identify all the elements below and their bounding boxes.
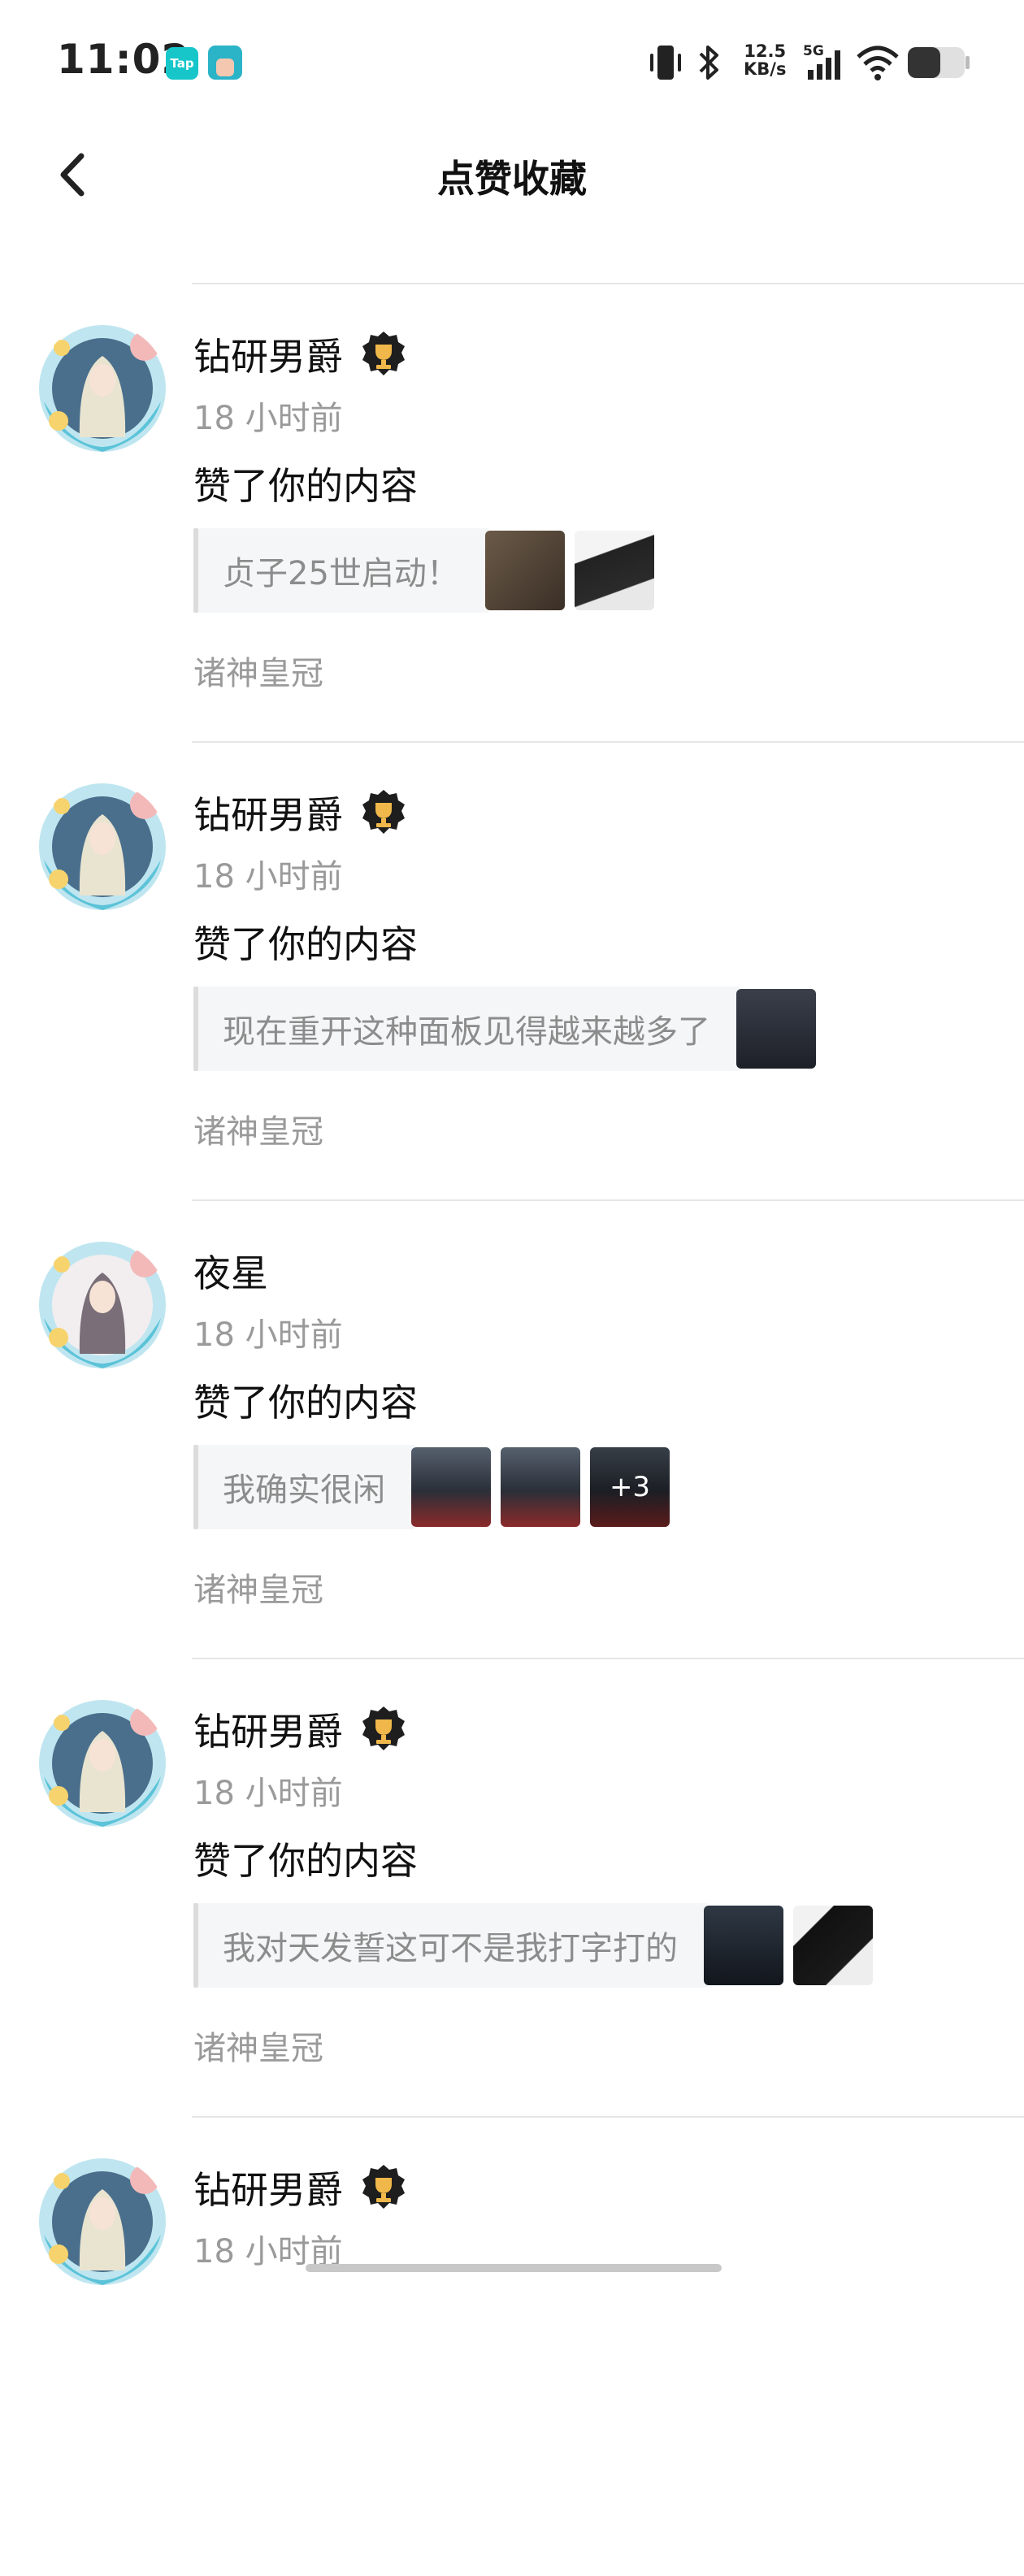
home-indicator[interactable] (306, 2264, 722, 2272)
user-avatar[interactable] (37, 1240, 167, 1370)
quote-text: 我确实很闲 (223, 1472, 385, 1509)
thumbnail-strip (484, 531, 654, 610)
thumbnail-strip: +3 (411, 1447, 670, 1527)
cellular-signal-icon: 5G (803, 43, 840, 80)
more-images-count: +3 (590, 1447, 670, 1527)
achievement-badge-icon (362, 332, 405, 375)
content-thumbnail[interactable]: +3 (590, 1447, 670, 1527)
user-avatar[interactable] (37, 1698, 167, 1828)
quote-box: 我对天发誓这可不是我打字打的 (198, 1903, 707, 1988)
user-name[interactable]: 钻研男爵 (193, 1702, 343, 1756)
status-bar: 11:02 Tap 12.5 KB/s 5G (0, 0, 1024, 122)
achievement-badge-icon (362, 790, 405, 834)
name-row: 钻研男爵 (193, 2162, 408, 2214)
timestamp: 18 小时前 (193, 858, 343, 896)
battery-icon (908, 47, 970, 78)
content-thumbnail[interactable] (501, 1447, 580, 1527)
user-avatar[interactable] (37, 782, 167, 912)
vibrate-icon (650, 46, 681, 80)
quote-text: 贞子25世启动！ (223, 555, 459, 592)
quote-box: 我确实很闲 (198, 1445, 414, 1529)
name-row: 钻研男爵 (193, 328, 408, 380)
user-name[interactable]: 钻研男爵 (193, 327, 343, 381)
notification-item[interactable]: 钻研男爵 18 小时前赞了你的内容 贞子25世启动！ 诸神皇冠 (0, 284, 1024, 743)
user-name[interactable]: 夜星 (193, 1244, 268, 1298)
notification-item[interactable]: 夜星 18 小时前赞了你的内容 我确实很闲 +3 诸神皇冠 (0, 1201, 1024, 1659)
user-name[interactable]: 钻研男爵 (193, 2161, 343, 2214)
notification-item[interactable]: 钻研男爵 18 小时前赞了你的内容 我对天发誓这可不是我打字打的 诸神皇冠 (0, 1659, 1024, 2118)
svg-text:5G: 5G (803, 43, 824, 59)
network-speed-unit: KB/s (744, 59, 787, 79)
content-thumbnail[interactable] (793, 1906, 873, 1985)
content-thumbnail[interactable] (484, 531, 565, 610)
game-tag[interactable]: 诸神皇冠 (193, 2022, 323, 2069)
action-text: 赞了你的内容 (193, 922, 418, 966)
bluetooth-icon (699, 46, 718, 80)
liked-content-quote[interactable]: 我对天发誓这可不是我打字打的 (193, 1903, 873, 1988)
achievement-badge-icon (362, 2165, 405, 2209)
thumbnail-strip (736, 989, 816, 1069)
thumbnail-strip (704, 1906, 873, 1985)
liked-content-quote[interactable]: 我确实很闲 +3 (193, 1445, 670, 1529)
name-row: 钻研男爵 (193, 787, 408, 839)
name-row: 夜星 (193, 1245, 268, 1297)
content-thumbnail[interactable] (736, 989, 816, 1069)
quote-text: 现在重开这种面板见得越来越多了 (223, 1013, 710, 1051)
page-title: 点赞收藏 (437, 157, 587, 201)
timestamp: 18 小时前 (193, 1775, 343, 1812)
action-text: 赞了你的内容 (193, 1381, 418, 1425)
game-tag[interactable]: 诸神皇冠 (193, 1105, 323, 1152)
name-row: 钻研男爵 (193, 1703, 408, 1755)
quote-box: 现在重开这种面板见得越来越多了 (198, 987, 740, 1071)
timestamp: 18 小时前 (193, 1316, 343, 1354)
network-speed: 12.5 KB/s (744, 42, 786, 78)
action-text: 赞了你的内容 (193, 464, 418, 508)
achievement-badge-icon (362, 1706, 405, 1750)
notification-item[interactable]: 钻研男爵 18 小时前 (0, 2118, 1024, 2576)
network-speed-value: 12.5 (744, 41, 787, 61)
liked-content-quote[interactable]: 现在重开这种面板见得越来越多了 (193, 987, 816, 1071)
wifi-icon (857, 46, 899, 80)
taptap-app-icon: Tap (166, 47, 198, 80)
notification-app-icon (208, 46, 242, 80)
content-thumbnail[interactable] (574, 531, 654, 610)
quote-text: 我对天发誓这可不是我打字打的 (223, 1930, 678, 1967)
notification-item[interactable]: 钻研男爵 18 小时前赞了你的内容 现在重开这种面板见得越来越多了 诸神皇冠 (0, 743, 1024, 1201)
action-text: 赞了你的内容 (193, 1839, 418, 1883)
liked-content-quote[interactable]: 贞子25世启动！ (193, 528, 654, 613)
quote-box: 贞子25世启动！ (198, 528, 488, 613)
user-avatar[interactable] (37, 2157, 167, 2287)
user-name[interactable]: 钻研男爵 (193, 786, 343, 839)
game-tag[interactable]: 诸神皇冠 (193, 1563, 323, 1611)
timestamp: 18 小时前 (193, 400, 343, 437)
content-thumbnail[interactable] (411, 1447, 491, 1527)
game-tag[interactable]: 诸神皇冠 (193, 647, 323, 694)
user-avatar[interactable] (37, 323, 167, 453)
content-thumbnail[interactable] (704, 1906, 783, 1985)
